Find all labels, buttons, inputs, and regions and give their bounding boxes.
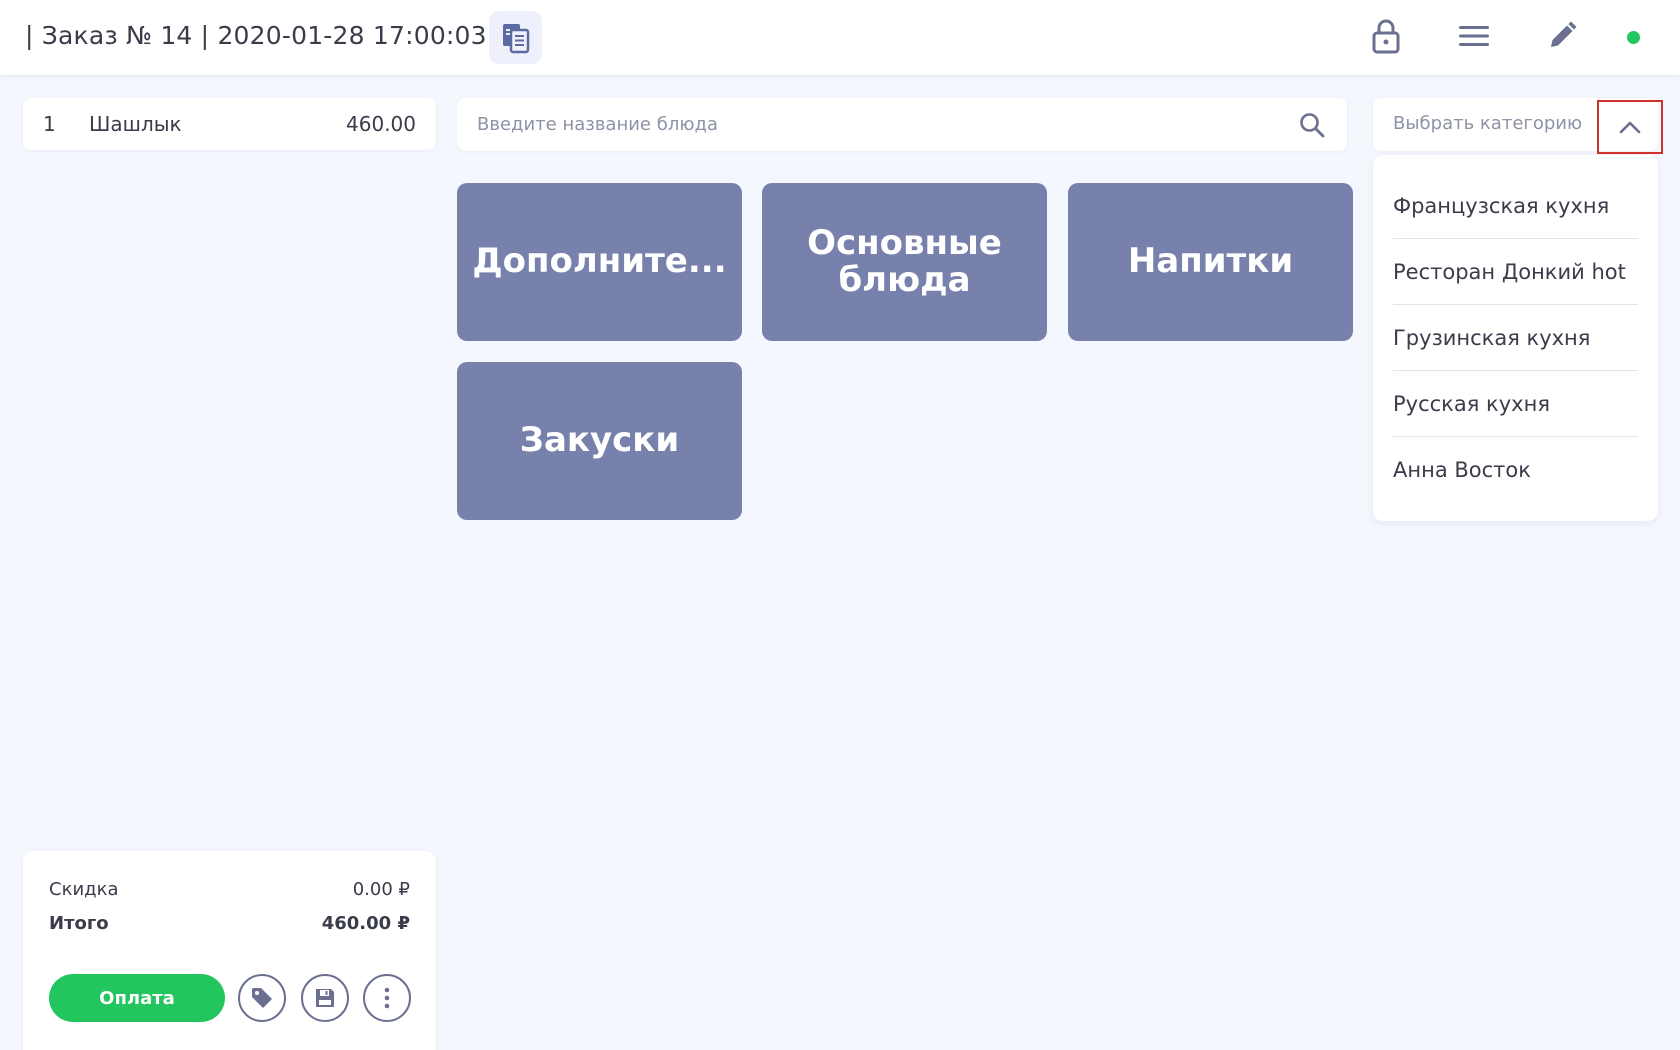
discount-value: 0.00 ₽ xyxy=(352,879,410,900)
document-icon xyxy=(502,23,529,53)
lock-button[interactable] xyxy=(1366,16,1406,56)
category-option[interactable]: Грузинская кухня xyxy=(1393,305,1638,371)
more-options-button[interactable] xyxy=(363,974,411,1022)
category-tile-snacks[interactable]: Закуски xyxy=(457,362,742,520)
more-vertical-icon xyxy=(384,987,390,1009)
category-dropdown: Французская кухня Ресторан Донкий hot Гр… xyxy=(1373,155,1658,521)
category-tile-main-dishes[interactable]: Основные блюда xyxy=(762,183,1047,341)
top-bar: | Заказ № 14 | 2020-01-28 17:00:03 xyxy=(0,0,1680,75)
item-quantity: 1 xyxy=(43,112,56,136)
menu-button[interactable] xyxy=(1454,16,1494,56)
item-name: Шашлык xyxy=(89,112,182,136)
category-option[interactable]: Русская кухня xyxy=(1393,371,1638,437)
category-option[interactable]: Ресторан Донкий hot xyxy=(1393,239,1638,305)
floppy-disk-icon xyxy=(316,989,334,1007)
dish-search xyxy=(457,98,1347,151)
pay-button[interactable]: Оплата xyxy=(49,974,225,1022)
order-title: | Заказ № 14 | 2020-01-28 17:00:03 xyxy=(25,21,487,50)
discount-tag-button[interactable] xyxy=(238,974,286,1022)
search-icon xyxy=(1300,113,1325,138)
order-summary: Скидка 0.00 ₽ Итого 460.00 ₽ Оплата xyxy=(23,851,436,1050)
lock-icon xyxy=(1372,19,1400,54)
item-price: 460.00 xyxy=(346,112,416,136)
category-toggle-button[interactable] xyxy=(1597,100,1663,154)
save-button[interactable] xyxy=(301,974,349,1022)
menu-icon xyxy=(1459,26,1489,46)
order-list-item[interactable]: 1 Шашлык 460.00 xyxy=(23,98,436,150)
search-input[interactable] xyxy=(477,98,1277,151)
category-tile-additional[interactable]: Дополните... xyxy=(457,183,742,341)
discount-label: Скидка xyxy=(49,879,119,900)
pencil-icon xyxy=(1551,21,1577,47)
edit-button[interactable] xyxy=(1542,16,1582,56)
category-option[interactable]: Анна Восток xyxy=(1393,437,1638,503)
total-label: Итого xyxy=(49,913,109,934)
category-option[interactable]: Французская кухня xyxy=(1393,173,1638,239)
chevron-up-icon xyxy=(1619,121,1641,134)
tag-icon xyxy=(252,988,272,1008)
category-tile-drinks[interactable]: Напитки xyxy=(1068,183,1353,341)
total-value: 460.00 ₽ xyxy=(321,913,410,934)
search-button[interactable] xyxy=(1297,110,1327,140)
category-select-placeholder: Выбрать категорию xyxy=(1393,113,1583,134)
connection-status-indicator xyxy=(1627,31,1640,44)
document-button[interactable] xyxy=(489,11,542,64)
